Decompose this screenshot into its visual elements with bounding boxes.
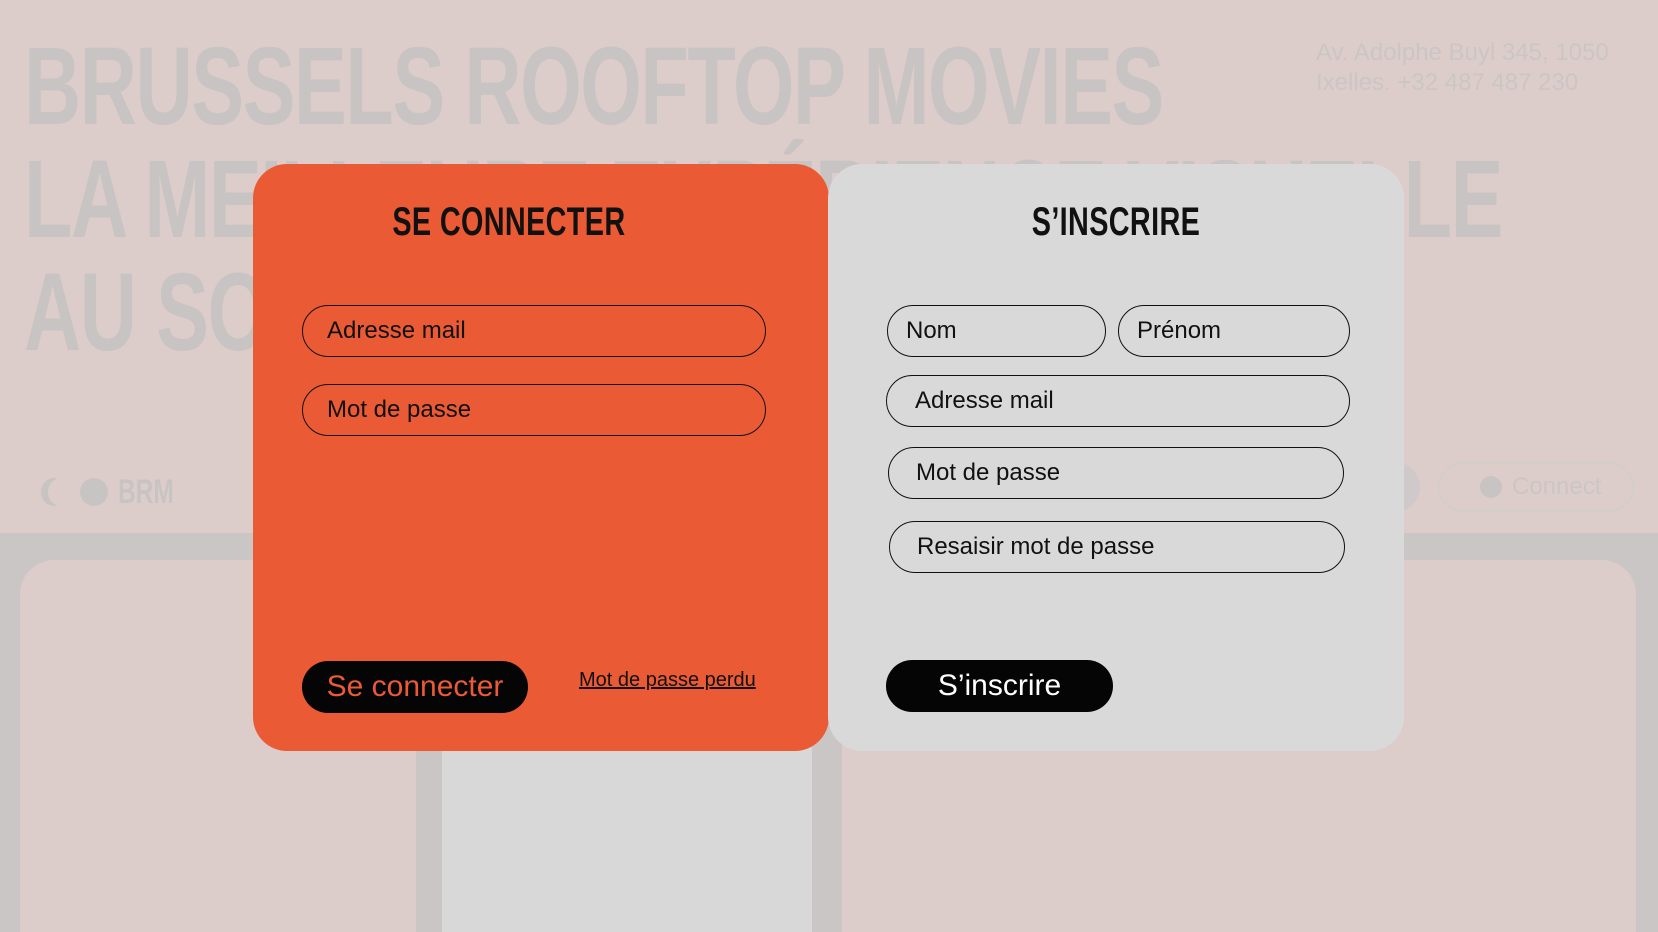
venue-address: Av. Adolphe Buyl 345, 1050 Ixelles. +32 … xyxy=(1316,38,1636,98)
moon-icon xyxy=(48,478,74,506)
forgot-password-link[interactable]: Mot de passe perdu xyxy=(579,669,756,692)
signup-password-input[interactable] xyxy=(888,447,1344,499)
login-panel: SE CONNECTER Se connecter Mot de passe p… xyxy=(253,164,829,751)
circle-icon xyxy=(80,478,108,506)
signup-title: S’INSCRIRE xyxy=(1031,200,1201,244)
address-line-1: Av. Adolphe Buyl 345, 1050 xyxy=(1316,39,1609,66)
login-password-input[interactable] xyxy=(302,384,766,436)
connect-dot-icon xyxy=(1480,476,1502,498)
connect-label: Connect xyxy=(1512,473,1602,500)
firstname-input[interactable] xyxy=(1118,305,1350,357)
signup-submit-button[interactable]: S’inscrire xyxy=(886,660,1113,712)
logo-text: BRM xyxy=(118,472,174,511)
login-email-input[interactable] xyxy=(302,305,766,357)
login-submit-button[interactable]: Se connecter xyxy=(302,661,528,713)
signup-panel: S’INSCRIRE S’inscrire xyxy=(828,164,1404,751)
signup-email-input[interactable] xyxy=(886,375,1350,427)
login-title: SE CONNECTER xyxy=(392,200,626,244)
signup-confirm-password-input[interactable] xyxy=(889,521,1345,573)
lastname-input[interactable] xyxy=(887,305,1106,357)
hero-line-1: BRUSSELS ROOFTOP MOVIES xyxy=(24,25,1164,148)
brm-logo: BRM xyxy=(38,472,195,511)
address-line-2: Ixelles. +32 487 487 230 xyxy=(1316,69,1579,96)
connect-button[interactable]: Connect xyxy=(1438,462,1634,512)
